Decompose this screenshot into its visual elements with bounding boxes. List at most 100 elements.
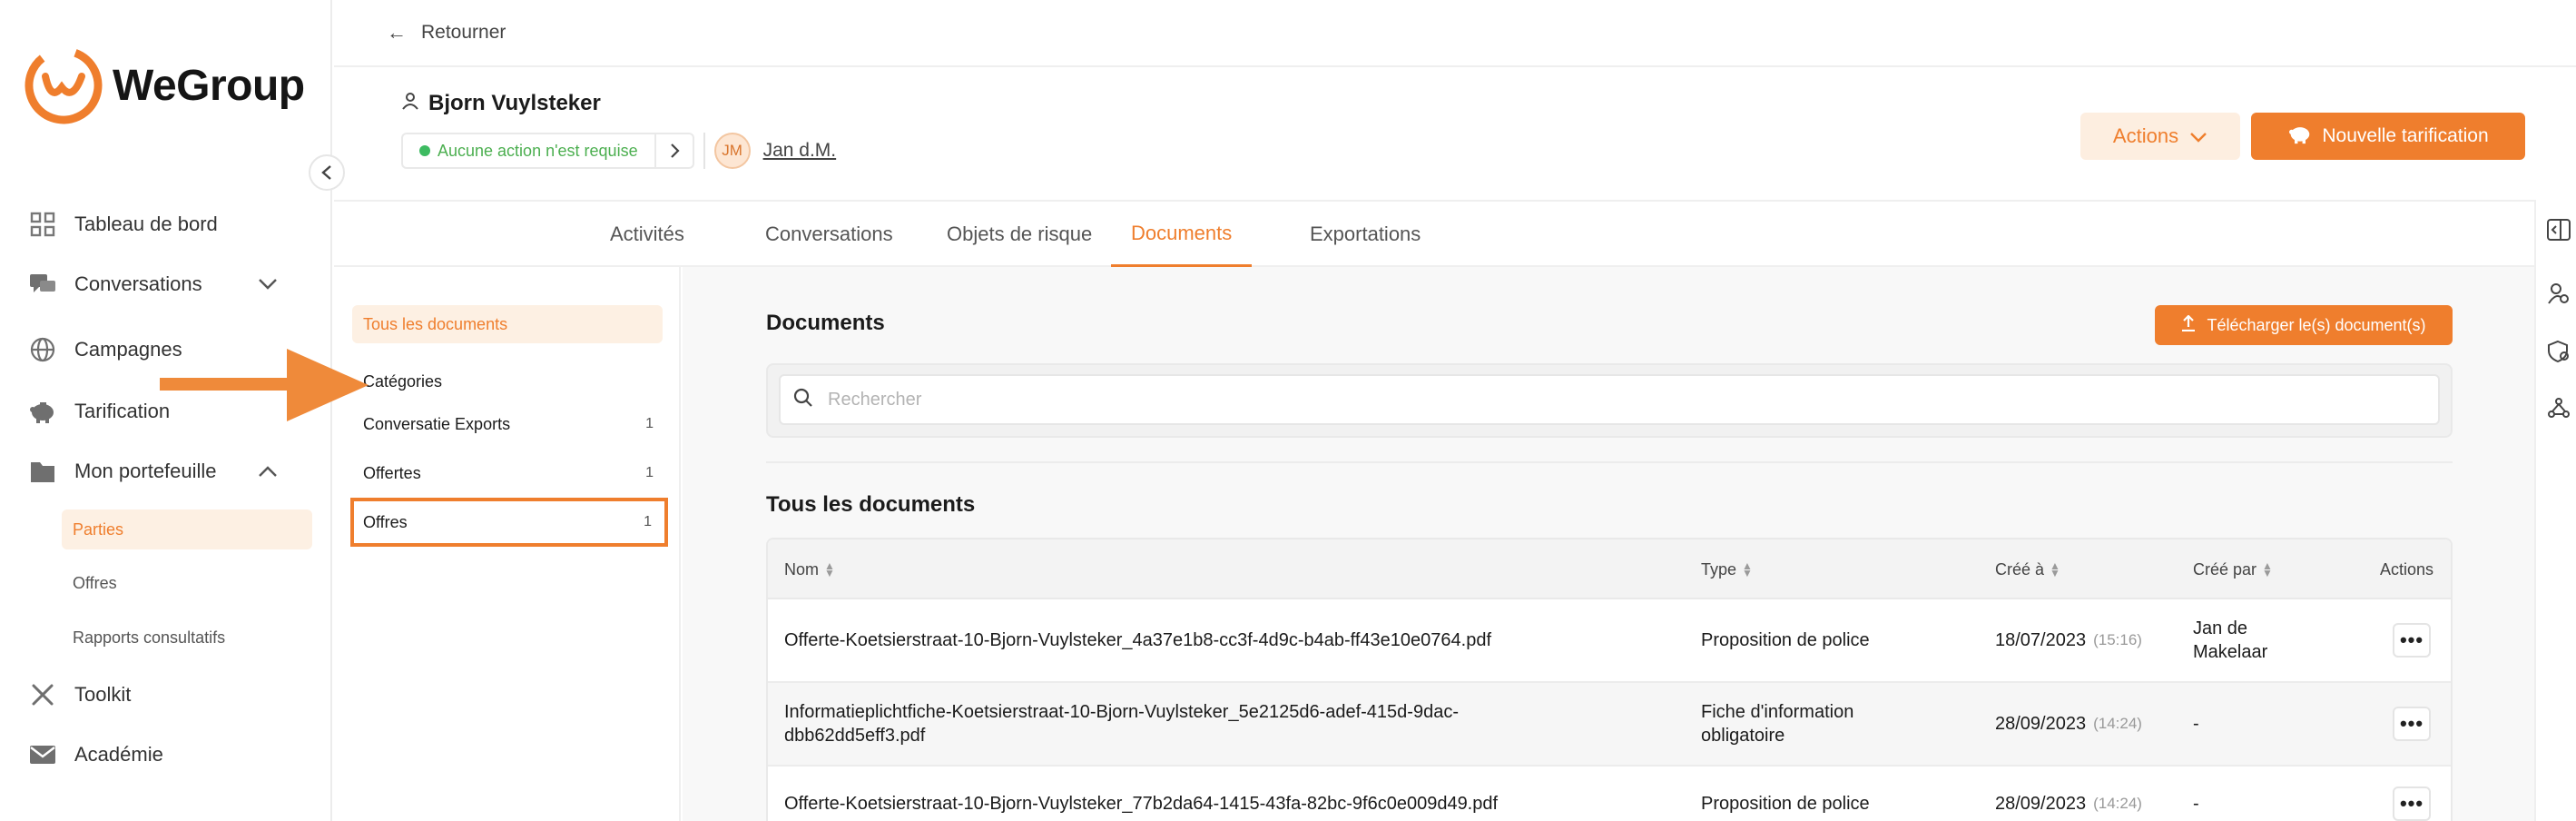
- tab-bar: Activités Conversations Objets de risque…: [334, 200, 2534, 267]
- chevron-down-icon[interactable]: [258, 272, 278, 296]
- back-label: Retourner: [421, 22, 506, 43]
- upload-label: Télécharger le(s) document(s): [2207, 315, 2426, 334]
- chevron-down-icon: [2189, 124, 2207, 148]
- sidebar-collapse-button[interactable]: [309, 154, 345, 191]
- globe-icon: [27, 334, 58, 365]
- sidebar-subitem-parties[interactable]: Parties: [62, 509, 312, 549]
- back-link[interactable]: ← Retourner: [387, 21, 506, 45]
- doc-date: 28/09/2023: [1995, 714, 2087, 734]
- new-pricing-button[interactable]: Nouvelle tarification: [2251, 113, 2525, 160]
- upload-icon: [2181, 313, 2196, 336]
- search-box[interactable]: [779, 374, 2440, 425]
- column-header-created-by[interactable]: Créé par ▲ ▼: [2193, 539, 2273, 599]
- doc-created-at: 28/09/2023 (14:24): [1995, 683, 2142, 765]
- doc-name[interactable]: Informatieplichtfiche-Koetsierstraat-10-…: [784, 683, 1565, 765]
- column-header-created-at[interactable]: Créé à ▲ ▼: [1995, 539, 2060, 599]
- column-label: Créé par: [2193, 559, 2257, 579]
- category-count: 1: [645, 465, 654, 480]
- status-badge[interactable]: Aucune action n'est requise: [401, 133, 656, 169]
- actions-button[interactable]: Actions: [2080, 113, 2240, 160]
- tab-exports[interactable]: Exportations: [1290, 202, 1440, 267]
- column-header-name[interactable]: Nom ▲ ▼: [784, 539, 835, 599]
- top-bar: ← Retourner: [334, 0, 2576, 67]
- sort-icon: ▲ ▼: [2050, 559, 2060, 579]
- doc-type: Fiche d'information obligatoire: [1701, 702, 1854, 746]
- chevron-up-icon[interactable]: [258, 460, 278, 483]
- sidebar-item-label: Tableau de bord: [74, 213, 218, 235]
- categories-heading: Catégories: [363, 372, 443, 391]
- documents-title: Documents: [766, 311, 885, 335]
- client-name: Bjorn Vuylsteker: [401, 91, 601, 116]
- tab-activities[interactable]: Activités: [590, 202, 704, 267]
- tab-documents[interactable]: Documents: [1111, 202, 1253, 267]
- chevron-right-icon: [670, 143, 680, 158]
- chat-icon: [27, 269, 58, 300]
- sidebar-item-pricing[interactable]: Tarification: [27, 396, 170, 427]
- column-label: Créé à: [1995, 559, 2045, 579]
- network-icon[interactable]: [2545, 394, 2572, 421]
- documents-table: Nom ▲ ▼ Type ▲ ▼ Créé à ▲ ▼ Créé par ▲ ▼ Act…: [766, 538, 2453, 821]
- doc-created-by: -: [2193, 794, 2199, 814]
- table-row[interactable]: Informatieplichtfiche-Koetsierstraat-10-…: [768, 683, 2451, 767]
- category-item[interactable]: Conversatie Exports 1: [352, 403, 666, 445]
- table-row[interactable]: Offerte-Koetsierstraat-10-Bjorn-Vuylstek…: [768, 599, 2451, 683]
- table-header: Nom ▲ ▼ Type ▲ ▼ Créé à ▲ ▼ Créé par ▲ ▼ Act…: [768, 539, 2451, 599]
- all-documents-title: Tous les documents: [766, 492, 976, 517]
- tab-conversations[interactable]: Conversations: [745, 202, 913, 267]
- category-label: Offres: [363, 512, 408, 531]
- sidebar-item-label: Mon portefeuille: [74, 460, 217, 482]
- sidebar-item-toolkit[interactable]: Toolkit: [27, 679, 131, 710]
- search-icon: [793, 388, 813, 412]
- piggy-bank-icon: [27, 396, 58, 427]
- avatar: JM: [713, 133, 751, 169]
- column-header-type[interactable]: Type ▲ ▼: [1701, 539, 1753, 599]
- sidebar-subitem-reports[interactable]: Rapports consultatifs: [62, 618, 312, 658]
- brand-logo[interactable]: WeGroup: [24, 45, 305, 125]
- status-text: Aucune action n'est requise: [438, 141, 638, 160]
- chevron-left-icon: [321, 165, 331, 180]
- doc-name[interactable]: Offerte-Koetsierstraat-10-Bjorn-Vuylstek…: [784, 599, 1656, 681]
- all-documents-filter[interactable]: Tous les documents: [352, 305, 663, 343]
- piggy-bank-icon: [2287, 123, 2313, 150]
- agent-link[interactable]: Jan d.M.: [763, 140, 837, 162]
- sidebar-subitem-offers[interactable]: Offres: [62, 563, 312, 603]
- status-next-button[interactable]: [655, 133, 694, 169]
- doc-time: (14:24): [2093, 715, 2142, 732]
- divider: [703, 133, 705, 169]
- user-icon: [401, 91, 419, 116]
- upload-documents-button[interactable]: Télécharger le(s) document(s): [2155, 305, 2453, 345]
- brand-name: WeGroup: [113, 61, 305, 110]
- tab-risk-objects[interactable]: Objets de risque: [927, 202, 1112, 267]
- category-item-highlighted[interactable]: Offres 1: [350, 498, 668, 547]
- doc-type: Proposition de police: [1701, 794, 1870, 814]
- annotation-arrow-icon: [160, 349, 369, 421]
- panel-toggle-icon[interactable]: [2545, 216, 2572, 243]
- column-header-actions: Actions: [2380, 559, 2434, 579]
- sort-icon: ▲ ▼: [824, 559, 835, 579]
- row-more-button[interactable]: •••: [2393, 707, 2431, 741]
- app-window: WeGroup Tableau de bord Conversations Ca…: [0, 0, 2576, 821]
- doc-name[interactable]: Offerte-Koetsierstraat-10-Bjorn-Vuylstek…: [784, 767, 1656, 821]
- search-input[interactable]: [828, 389, 2438, 410]
- tools-icon: [27, 679, 58, 710]
- table-row[interactable]: Offerte-Koetsierstraat-10-Bjorn-Vuylstek…: [768, 767, 2451, 821]
- doc-time: (14:24): [2093, 795, 2142, 812]
- row-more-button[interactable]: •••: [2393, 786, 2431, 821]
- user-search-icon[interactable]: [2545, 280, 2572, 307]
- category-item[interactable]: Offertes 1: [352, 452, 666, 494]
- sort-icon: ▲ ▼: [2262, 559, 2273, 579]
- right-rail: [2534, 200, 2576, 821]
- sidebar-item-dashboard[interactable]: Tableau de bord: [27, 209, 218, 240]
- search-container: [766, 363, 2453, 438]
- more-icon: •••: [2399, 628, 2424, 651]
- row-more-button[interactable]: •••: [2393, 623, 2431, 658]
- documents-content: Documents Télécharger le(s) document(s) …: [683, 267, 2534, 821]
- shield-icon[interactable]: [2545, 338, 2572, 365]
- sidebar-item-label: Tarification: [74, 400, 171, 422]
- sidebar-item-academy[interactable]: Académie: [27, 739, 163, 770]
- category-count: 1: [645, 416, 654, 431]
- sidebar-item-portfolio[interactable]: Mon portefeuille: [27, 456, 305, 487]
- sidebar-item-label: Académie: [74, 743, 163, 766]
- sidebar-item-conversations[interactable]: Conversations: [27, 269, 305, 300]
- doc-created-at: 28/09/2023 (14:24): [1995, 767, 2142, 821]
